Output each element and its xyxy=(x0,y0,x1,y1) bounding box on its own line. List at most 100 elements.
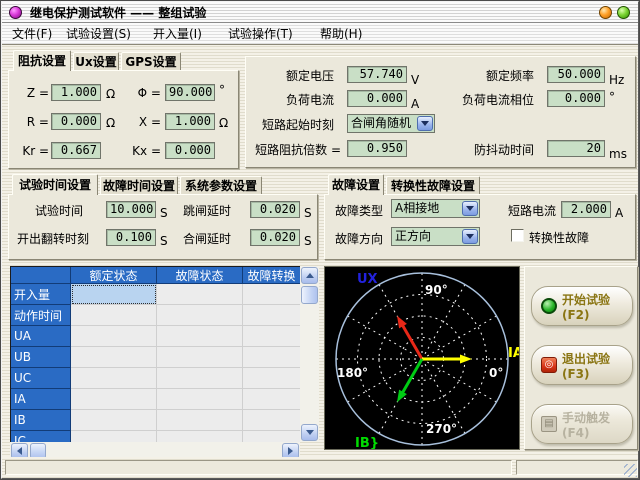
test-time-field[interactable]: 10.000 xyxy=(106,201,156,218)
resize-grip[interactable] xyxy=(624,464,637,477)
table-cell[interactable] xyxy=(157,347,243,368)
table-column-header[interactable]: 额定状态 xyxy=(71,267,157,284)
tab-impedance-settings[interactable]: 阻抗设置 xyxy=(13,50,71,71)
table-cell[interactable] xyxy=(71,368,157,389)
table-row: IA xyxy=(11,389,300,410)
table-cell[interactable] xyxy=(243,326,300,347)
menu-file[interactable]: 文件(F) xyxy=(8,23,56,45)
chevron-down-icon[interactable] xyxy=(417,116,433,131)
table-row-header[interactable]: IB xyxy=(11,410,71,431)
vertical-scrollbar[interactable] xyxy=(300,266,319,442)
fault-type-combobox[interactable]: A相接地 xyxy=(391,199,480,218)
table-cell[interactable] xyxy=(243,389,300,410)
table-row-header[interactable]: IC xyxy=(11,431,71,442)
tab-convertible-fault-settings[interactable]: 转换性故障设置 xyxy=(386,176,480,195)
table-cell[interactable] xyxy=(157,326,243,347)
table-cell[interactable] xyxy=(71,284,157,305)
rated-frequency-field[interactable]: 50.000 xyxy=(547,66,605,83)
table-cell[interactable] xyxy=(71,326,157,347)
convertible-fault-checkbox[interactable] xyxy=(511,229,524,242)
tab-gps-settings[interactable]: GPS设置 xyxy=(121,52,181,71)
green-phasor-head xyxy=(397,390,407,403)
plot-ux-label: UX xyxy=(357,272,378,287)
tab-ux-settings[interactable]: Ux设置 xyxy=(73,52,119,71)
tab-fault-time-settings[interactable]: 故障时间设置 xyxy=(100,176,178,195)
table-cell[interactable] xyxy=(71,389,157,410)
table-cell[interactable] xyxy=(243,410,300,431)
scroll-down-icon[interactable] xyxy=(301,424,318,441)
short-circuit-start-combobox[interactable]: 合闸角随机 xyxy=(347,114,435,133)
tab-system-param-settings[interactable]: 系统参数设置 xyxy=(180,176,262,195)
state-table[interactable]: 额定状态故障状态故障转换开入量动作时间UAUBUCIAIBIC xyxy=(10,266,300,442)
phi-unit: ° xyxy=(219,83,225,97)
system-parameters-panel: 额定电压 57.740 V 额定频率 50.000 Hz 负荷电流 0.000 … xyxy=(245,56,636,168)
window-title: 继电保护测试软件 —— 整组试验 xyxy=(30,4,206,21)
menu-test-operation[interactable]: 试验操作(T) xyxy=(224,23,297,45)
table-cell[interactable] xyxy=(157,305,243,326)
table-column-header[interactable]: 故障转换 xyxy=(243,267,300,284)
r-field[interactable]: 0.000 xyxy=(51,113,101,130)
x-field[interactable]: 1.000 xyxy=(165,113,215,130)
table-cell[interactable] xyxy=(243,305,300,326)
table-cell[interactable] xyxy=(71,431,157,442)
table-cell[interactable] xyxy=(157,368,243,389)
table-row-header[interactable]: UC xyxy=(11,368,71,389)
table-row-header[interactable]: 动作时间 xyxy=(11,305,71,326)
table-cell[interactable] xyxy=(157,284,243,305)
load-current-field[interactable]: 0.000 xyxy=(347,90,407,107)
table-row-header[interactable]: IA xyxy=(11,389,71,410)
table-row-header[interactable]: UA xyxy=(11,326,71,347)
table-cell[interactable] xyxy=(157,410,243,431)
rated-voltage-field[interactable]: 57.740 xyxy=(347,66,407,83)
menu-binary-input[interactable]: 开入量(I) xyxy=(149,23,206,45)
manual-trigger-button[interactable]: ▤ 手动触发(F4) xyxy=(531,404,633,444)
table-cell[interactable] xyxy=(157,389,243,410)
impedance-multiplier-field[interactable]: 0.950 xyxy=(347,140,407,157)
tab-test-time-settings[interactable]: 试验时间设置 xyxy=(12,174,98,195)
kx-field[interactable]: 0.000 xyxy=(165,142,215,159)
short-circuit-current-field[interactable]: 2.000 xyxy=(561,201,611,218)
table-cell[interactable] xyxy=(243,347,300,368)
flip-time-field[interactable]: 0.100 xyxy=(106,229,156,246)
chevron-down-icon[interactable] xyxy=(462,201,478,216)
status-secondary-area xyxy=(516,460,638,475)
fault-direction-combobox[interactable]: 正方向 xyxy=(391,227,480,246)
title-bar[interactable]: 继电保护测试软件 —— 整组试验 xyxy=(2,2,638,23)
close-button[interactable] xyxy=(617,6,630,19)
chevron-down-icon[interactable] xyxy=(462,229,478,244)
kx-label: Kx = xyxy=(121,144,161,158)
table-row-header[interactable]: 开入量 xyxy=(11,284,71,305)
table-cell[interactable] xyxy=(71,347,157,368)
start-test-button[interactable]: 开始试验(F2) xyxy=(531,286,633,326)
table-cell[interactable] xyxy=(71,410,157,431)
tab-fault-settings[interactable]: 故障设置 xyxy=(328,174,384,195)
table-cell[interactable] xyxy=(71,305,157,326)
phasor-diagram: 90° 0° 180° 270° UX IA IB} xyxy=(324,266,520,450)
trip-delay-field[interactable]: 0.020 xyxy=(250,201,300,218)
z-field[interactable]: 1.000 xyxy=(51,84,101,101)
menu-test-settings[interactable]: 试验设置(S) xyxy=(62,23,135,45)
table-row-header[interactable]: UB xyxy=(11,347,71,368)
table-cell[interactable] xyxy=(157,431,243,442)
table-cell[interactable] xyxy=(243,431,300,442)
scroll-up-icon[interactable] xyxy=(301,267,318,284)
menu-help[interactable]: 帮助(H) xyxy=(316,23,366,45)
kr-field[interactable]: 0.667 xyxy=(51,142,101,159)
test-time-label: 试验时间 xyxy=(17,204,83,218)
fault-direction-value: 正方向 xyxy=(395,228,462,245)
action-button-panel: 开始试验(F2) ◎ 退出试验(F3) ▤ 手动触发(F4) xyxy=(524,266,638,450)
close-delay-label: 合闸延时 xyxy=(181,232,231,246)
minimize-button[interactable] xyxy=(599,6,612,19)
vertical-scroll-thumb[interactable] xyxy=(301,286,318,304)
exit-test-button[interactable]: ◎ 退出试验(F3) xyxy=(531,345,633,385)
table-cell[interactable] xyxy=(243,284,300,305)
debounce-time-field[interactable]: 20 xyxy=(547,140,605,157)
load-current-phase-unit: ° xyxy=(609,90,615,104)
r-unit: Ω xyxy=(106,116,115,130)
phi-field[interactable]: 90.000 xyxy=(165,84,215,101)
close-delay-field[interactable]: 0.020 xyxy=(250,229,300,246)
table-cell[interactable] xyxy=(243,368,300,389)
table-column-header[interactable]: 故障状态 xyxy=(157,267,243,284)
short-circuit-start-label: 短路起始时刻 xyxy=(254,118,334,132)
load-current-phase-field[interactable]: 0.000 xyxy=(547,90,605,107)
